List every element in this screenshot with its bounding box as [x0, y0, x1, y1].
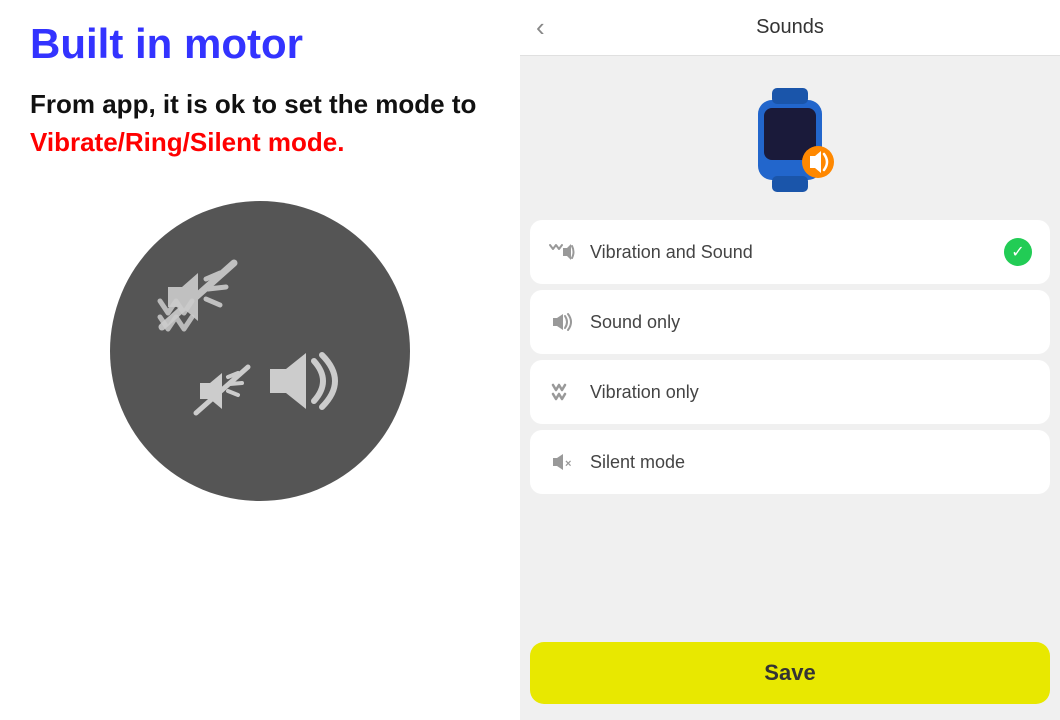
watch-area: [520, 56, 1060, 220]
vibration-illustration: [110, 201, 410, 501]
svg-text:×: ×: [565, 458, 571, 470]
option-sound-only[interactable]: Sound only: [530, 290, 1050, 354]
left-panel: Built in motor From app, it is ok to set…: [0, 0, 520, 720]
description: From app, it is ok to set the mode to Vi…: [30, 86, 490, 161]
description-text: From app, it is ok to set the mode to: [30, 89, 476, 119]
highlight-text: Vibrate/Ring/Silent mode.: [30, 127, 344, 157]
vibration-sound-icon: [548, 238, 576, 266]
back-button[interactable]: ‹: [536, 12, 545, 43]
option-vibration-only[interactable]: Vibration only: [530, 360, 1050, 424]
sound-only-label: Sound only: [590, 312, 1032, 333]
vibration-sound-label: Vibration and Sound: [590, 242, 990, 263]
page-title: Built in motor: [30, 20, 490, 68]
option-silent-mode[interactable]: × Silent mode: [530, 430, 1050, 494]
save-button-wrap: Save: [520, 632, 1060, 720]
header: ‹ Sounds: [520, 0, 1060, 56]
sound-only-icon: [548, 308, 576, 336]
option-vibration-sound[interactable]: Vibration and Sound ✓: [530, 220, 1050, 284]
selected-check: ✓: [1004, 238, 1032, 266]
save-button[interactable]: Save: [530, 642, 1050, 704]
silent-mode-icon: ×: [548, 448, 576, 476]
watch-icon: [730, 80, 850, 200]
silent-mode-label: Silent mode: [590, 452, 1032, 473]
header-title: Sounds: [756, 16, 824, 39]
right-panel: ‹ Sounds: [520, 0, 1060, 720]
vibration-only-icon: [548, 378, 576, 406]
vibration-only-label: Vibration only: [590, 382, 1032, 403]
options-list: Vibration and Sound ✓ Sound only: [520, 220, 1060, 632]
illustration-svg: [150, 241, 370, 461]
